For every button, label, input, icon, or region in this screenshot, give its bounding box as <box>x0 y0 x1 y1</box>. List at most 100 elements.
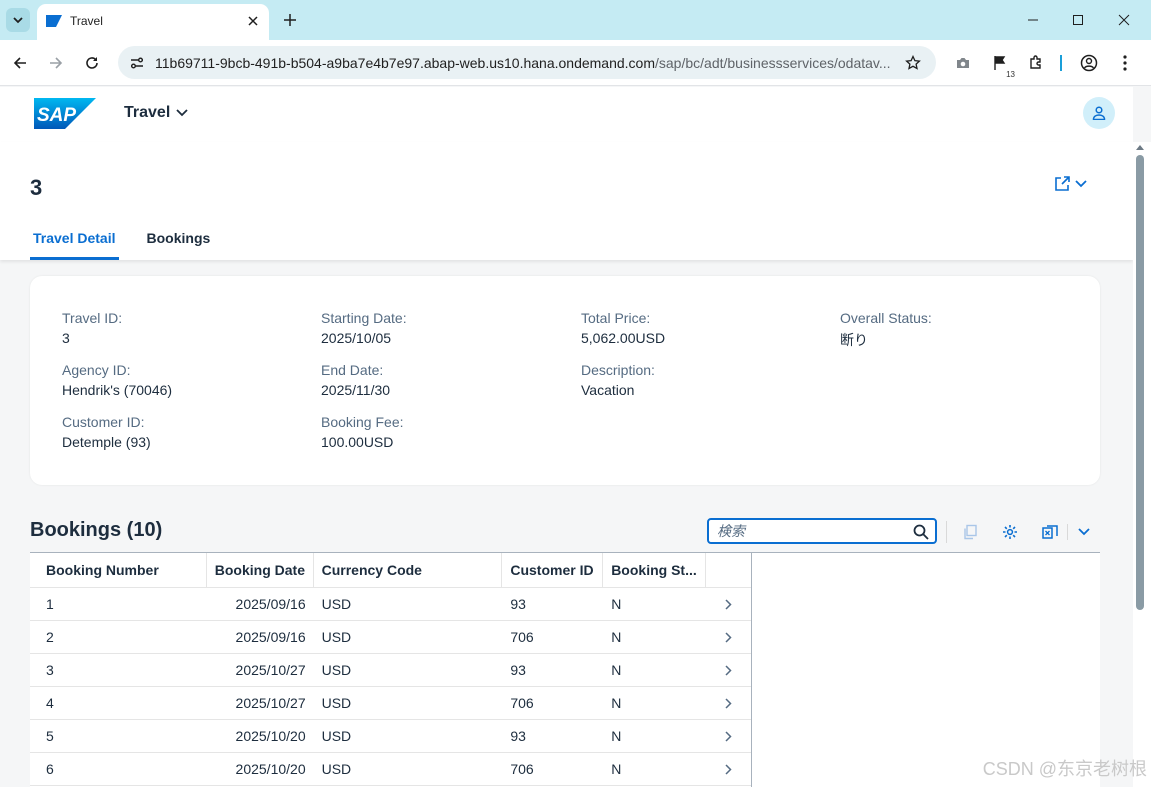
row-navigation[interactable] <box>706 654 751 686</box>
table-row[interactable]: 3 2025/10/27 USD 93 N <box>30 654 751 687</box>
fiori-app: SAP Travel 3 Travel Detail Bookings Trav… <box>0 87 1151 787</box>
field-value: 2025/10/05 <box>321 330 392 346</box>
table-row[interactable]: 6 2025/10/20 USD 706 N <box>30 753 751 786</box>
cell-booking-date: 2025/09/16 <box>235 629 306 645</box>
close-window-button[interactable] <box>1102 6 1146 34</box>
row-navigation[interactable] <box>706 621 751 653</box>
chevron-right-icon <box>725 598 732 610</box>
chevron-down-icon <box>1078 528 1090 536</box>
cell-currency-code: USD <box>321 728 352 744</box>
field-label: Starting Date: <box>321 310 407 326</box>
travel-detail-card: Travel ID: 3 Agency ID: Hendrik's (70046… <box>30 276 1100 485</box>
camera-icon <box>957 58 969 68</box>
column-header-booking-number[interactable]: Booking Number <box>30 553 207 587</box>
field-label: Booking Fee: <box>321 414 404 430</box>
gear-icon <box>1003 525 1017 539</box>
table-row[interactable]: 5 2025/10/20 USD 93 N <box>30 720 751 753</box>
chevron-right-icon <box>725 697 732 709</box>
new-tab-button[interactable] <box>278 8 302 32</box>
column-header-currency-code[interactable]: Currency Code <box>314 553 503 587</box>
user-avatar[interactable] <box>1083 97 1115 129</box>
row-navigation[interactable] <box>706 753 751 785</box>
cell-booking-date: 2025/10/20 <box>235 728 306 744</box>
field-value: Detemple (93) <box>62 434 151 450</box>
bookmark-button[interactable] <box>902 52 924 74</box>
screenshot-button[interactable] <box>951 51 975 75</box>
field-value: Hendrik's (70046) <box>62 382 173 398</box>
chevron-right-icon <box>725 664 732 676</box>
browser-menu-button[interactable] <box>1113 51 1137 75</box>
site-settings-button[interactable] <box>126 52 148 74</box>
column-header-booking-status[interactable]: Booking St... <box>603 553 707 587</box>
minimize-button[interactable] <box>1011 6 1055 34</box>
cell-booking-status: N <box>611 662 622 678</box>
row-navigation[interactable] <box>706 588 751 620</box>
browser-tabstrip: Travel <box>0 0 1151 40</box>
table-row[interactable]: 4 2025/10/27 USD 706 N <box>30 687 751 720</box>
arrow-right-icon <box>50 57 63 69</box>
cell-booking-number: 2 <box>46 629 54 645</box>
app-title-menu[interactable]: Travel <box>124 104 188 122</box>
tab-search-button[interactable] <box>6 8 30 32</box>
row-navigation[interactable] <box>706 720 751 752</box>
table-row[interactable]: 2 2025/09/16 USD 706 N <box>30 621 751 654</box>
url-text[interactable]: 11b69711-9bcb-491b-b504-a9ba7e4b7e97.aba… <box>155 55 895 71</box>
tab-travel-detail[interactable]: Travel Detail <box>30 230 119 260</box>
field-label: Total Price: <box>581 310 651 326</box>
profile-button[interactable] <box>1077 51 1101 75</box>
cell-currency-code: USD <box>321 662 352 678</box>
back-button[interactable] <box>6 49 34 77</box>
scroll-thumb[interactable] <box>1136 155 1144 610</box>
export-button[interactable] <box>1039 521 1061 543</box>
field-label: Overall Status: <box>840 310 932 326</box>
object-page-header: 3 Travel Detail Bookings <box>0 142 1133 260</box>
cell-customer-id: 93 <box>510 596 526 612</box>
field-value: 断り <box>840 332 868 348</box>
column-header-navigation <box>706 553 751 587</box>
tune-icon <box>131 57 143 69</box>
cell-currency-code: USD <box>321 761 352 777</box>
maximize-button[interactable] <box>1056 6 1100 34</box>
extensions-button[interactable] <box>1024 51 1048 75</box>
bookings-search[interactable] <box>707 518 937 544</box>
cell-booking-date: 2025/10/27 <box>235 662 306 678</box>
field-overall-status: Overall Status: 断り <box>840 310 932 350</box>
export-options-button[interactable] <box>1073 521 1095 543</box>
scroll-up-icon[interactable] <box>1136 144 1144 150</box>
browser-tab-travel[interactable]: Travel <box>37 4 269 40</box>
field-label: Description: <box>581 362 655 378</box>
table-settings-button[interactable] <box>999 521 1021 543</box>
export-excel-icon <box>1042 525 1058 539</box>
tab-bookings[interactable]: Bookings <box>144 230 214 260</box>
cell-booking-status: N <box>611 728 622 744</box>
address-bar[interactable]: 11b69711-9bcb-491b-b504-a9ba7e4b7e97.aba… <box>118 46 936 79</box>
close-tab-button[interactable] <box>243 11 263 31</box>
toolbar-divider <box>1060 55 1062 71</box>
copy-button[interactable] <box>959 521 981 543</box>
cell-booking-date: 2025/09/16 <box>235 596 306 612</box>
row-navigation[interactable] <box>706 687 751 719</box>
column-header-customer-id[interactable]: Customer ID <box>502 553 604 587</box>
browser-toolbar: 11b69711-9bcb-491b-b504-a9ba7e4b7e97.aba… <box>0 40 1151 86</box>
forward-button[interactable] <box>42 49 70 77</box>
chevron-right-icon <box>725 730 732 742</box>
sap-logo[interactable]: SAP <box>34 98 96 129</box>
cell-customer-id: 706 <box>510 761 534 777</box>
share-menu-button[interactable] <box>1053 175 1087 193</box>
search-input[interactable] <box>717 523 907 539</box>
field-customer-id: Customer ID: Detemple (93) <box>62 414 151 450</box>
sap-logo-text: SAP <box>37 105 76 126</box>
section-tabs: Travel Detail Bookings <box>30 230 238 260</box>
column-header-booking-date[interactable]: Booking Date <box>207 553 314 587</box>
flag-icon <box>994 56 1006 70</box>
page-scrollbar[interactable] <box>1133 142 1151 787</box>
reload-button[interactable] <box>78 49 106 77</box>
extension-flag-button[interactable]: 13 <box>988 51 1016 79</box>
watermark: CSDN @东京老树根 <box>982 759 1147 779</box>
search-icon[interactable] <box>912 523 930 541</box>
chevron-down-icon <box>13 17 23 24</box>
table-row[interactable]: 1 2025/09/16 USD 93 N <box>30 588 751 621</box>
toolbar-separator <box>1067 524 1068 540</box>
field-value: Vacation <box>581 382 635 398</box>
field-value: 100.00USD <box>321 434 394 450</box>
